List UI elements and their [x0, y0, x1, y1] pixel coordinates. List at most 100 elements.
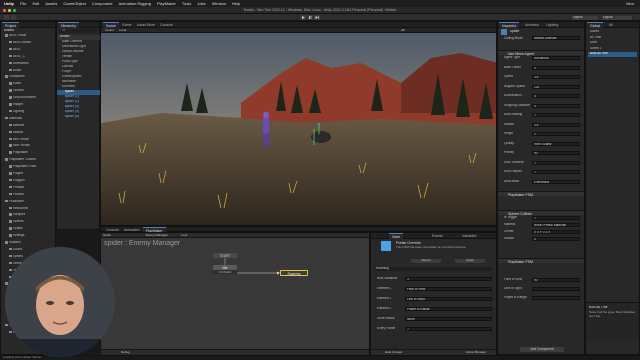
hierarchy-row[interactable]: Terrain*	[57, 35, 101, 40]
field-value[interactable]: ✓	[532, 170, 580, 174]
layout-dropdown[interactable]: Layout	[602, 15, 632, 20]
folder-item[interactable]: Presets	[9, 192, 24, 198]
navmesh-header[interactable]: Nav Mesh Agent	[498, 50, 584, 56]
folder-item[interactable]: Audio	[9, 68, 21, 74]
action-list-item[interactable]: All Time	[588, 36, 637, 41]
scene-render[interactable]	[101, 33, 497, 226]
hierarchy-search-input[interactable]: All	[59, 29, 97, 33]
field-value[interactable]: 2	[532, 132, 580, 136]
action-list-item[interactable]: Start	[588, 41, 637, 46]
hierarchy-row[interactable]: Global Volume	[57, 50, 101, 55]
folder-item[interactable]: Animations	[9, 61, 29, 67]
hierarchy-row[interactable]: Main Camera	[57, 40, 101, 45]
menu-jobs[interactable]: Jobs	[197, 1, 205, 6]
fsm-lock-toggle[interactable]: Lock	[181, 234, 187, 238]
folder-item[interactable]: Gizmos	[9, 89, 24, 94]
hierarchy-row[interactable]: Point Light	[57, 60, 101, 65]
fsm-header-1[interactable]: PlayMaker FSM	[498, 191, 584, 197]
sphere-collider-header[interactable]: Sphere Collider	[498, 210, 584, 216]
folder-item[interactable]: Lighting	[9, 109, 24, 115]
folder-item[interactable]: AE0L	[9, 47, 21, 53]
hierarchy-row[interactable]: spider (5)	[57, 115, 101, 120]
hierarchy-row[interactable]: spider (3)	[57, 105, 101, 110]
field-value[interactable]: Line of Sight	[405, 297, 492, 301]
hierarchy-row[interactable]: EventSystem	[57, 75, 101, 80]
menu-file[interactable]: File	[20, 1, 26, 6]
folder-item[interactable]: Neo Terrain	[9, 137, 29, 143]
action-list-item[interactable]: Bool All True	[588, 52, 637, 57]
menu-assets[interactable]: Assets	[45, 1, 57, 6]
folder-item[interactable]: Materials	[5, 116, 22, 122]
field-value[interactable]: 3	[405, 277, 492, 281]
state-roaming[interactable]: Roaming	[280, 270, 308, 276]
pause-button[interactable]	[307, 15, 313, 20]
menu-animation-rigging[interactable]: Animation Rigging	[119, 1, 151, 6]
revert-button[interactable]: Revert	[411, 259, 441, 263]
apply-button[interactable]: Apply	[455, 259, 485, 263]
layers-dropdown[interactable]: Layers	[572, 15, 598, 20]
pivot-toggle[interactable]: Center	[105, 29, 114, 33]
fsm-header-2[interactable]: PlayMaker FSM	[498, 258, 584, 264]
tab-inspector[interactable]: Inspector	[499, 22, 520, 28]
hierarchy-row[interactable]: spider (1)	[57, 95, 101, 100]
field-value[interactable]: 0	[532, 103, 580, 108]
cloud-icon[interactable]	[11, 15, 16, 20]
menu-window[interactable]: Window	[212, 1, 226, 6]
folder-item[interactable]: AE0L Assets	[9, 40, 31, 46]
folder-item[interactable]: Ground textures	[9, 96, 36, 101]
fsm-select[interactable]: Enemy Manager	[146, 234, 168, 238]
menu-gameobject[interactable]: GameObject	[63, 1, 85, 6]
field-value[interactable]: Humanoid	[532, 56, 580, 60]
object-name-field[interactable]: spider	[510, 29, 520, 33]
field-value[interactable]: ✓	[532, 113, 580, 117]
play-button[interactable]	[300, 15, 306, 20]
tab-hierarchy[interactable]: Hierarchy	[58, 22, 79, 28]
action-list-item[interactable]: Saved	[588, 30, 637, 35]
folder-item[interactable]: Settings	[9, 234, 25, 239]
2d-toggle[interactable]: 2D	[401, 29, 405, 33]
tab-global[interactable]: Global	[587, 22, 604, 28]
menu-help[interactable]: Help	[232, 1, 240, 6]
hierarchy-row[interactable]: NavMesh	[57, 80, 101, 85]
field-value[interactable]: 120	[532, 84, 580, 89]
tab-all[interactable]: All	[606, 22, 616, 28]
menu-component[interactable]: Component	[92, 1, 113, 6]
folder-item[interactable]: Plugins	[9, 172, 23, 177]
hierarchy-row[interactable]: Enemies	[57, 85, 101, 90]
tab-state[interactable]: State	[389, 233, 404, 239]
field-value[interactable]: High Quality	[532, 141, 580, 146]
field-value[interactable]: 0	[532, 65, 580, 70]
hierarchy-row[interactable]: Canvas	[57, 65, 101, 70]
field-value[interactable]: Everything	[532, 179, 580, 184]
hierarchy-row[interactable]: spider (2)	[57, 100, 101, 105]
tab-lighting[interactable]: Lighting	[543, 22, 561, 28]
field-value[interactable]	[532, 287, 580, 291]
menu-app-name[interactable]: Unity	[4, 1, 14, 6]
space-toggle[interactable]: Local	[119, 29, 126, 33]
menu-edit[interactable]: Edit	[32, 1, 39, 6]
folder-item[interactable]: Prefabs	[9, 185, 24, 191]
folder-item[interactable]: AE0L Folder	[5, 34, 27, 39]
menu-playmaker[interactable]: PlayMaker	[157, 1, 176, 6]
folder-item[interactable]: Editor	[9, 82, 21, 87]
field-value[interactable]: None	[405, 317, 492, 321]
step-button[interactable]	[314, 15, 320, 20]
state-name-field[interactable]: Roaming	[375, 267, 492, 271]
field-value[interactable]: ✓	[532, 160, 580, 165]
folder-item[interactable]: Samples	[9, 213, 25, 218]
tab-events[interactable]: Events	[429, 233, 446, 239]
folder-item[interactable]: PlayMaker Pack	[9, 165, 36, 170]
folder-item[interactable]: ProBuilder	[5, 199, 24, 205]
folder-item[interactable]: New Terrain	[9, 144, 30, 149]
field-value[interactable]: 50	[532, 151, 580, 155]
folder-item[interactable]: Shaders	[5, 241, 21, 246]
folder-item[interactable]: AE0L_C	[9, 54, 25, 60]
tab-project[interactable]: Project	[2, 22, 19, 28]
field-value[interactable]: X 0 Y 0 Z 0	[532, 230, 580, 234]
folder-item[interactable]: Scripts	[9, 227, 23, 232]
folder-item[interactable]: Models	[9, 130, 23, 136]
hierarchy-row[interactable]: spider (4)	[57, 110, 101, 115]
hierarchy-row[interactable]: spider	[57, 90, 101, 95]
field-value[interactable]: ✓	[532, 216, 580, 220]
field-value[interactable]: Player in Range	[405, 307, 492, 311]
